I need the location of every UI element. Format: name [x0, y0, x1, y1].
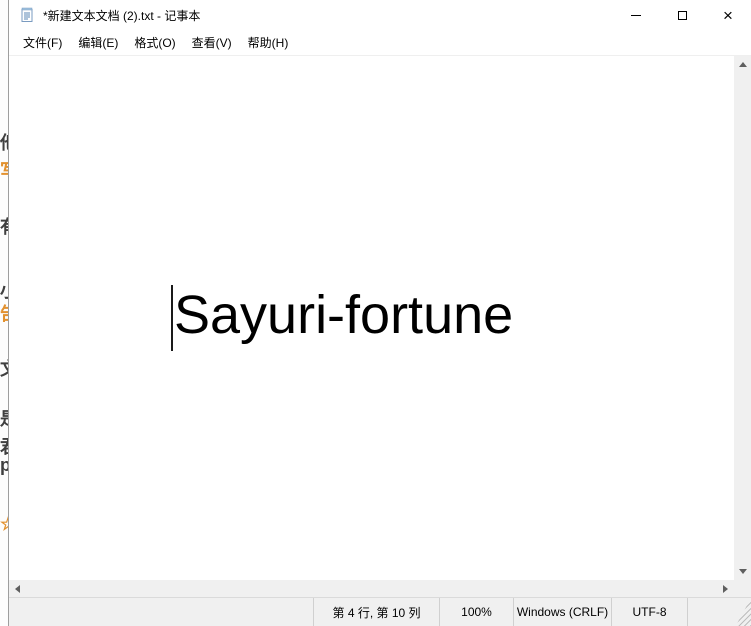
background-text-fragment: 小	[0, 282, 8, 300]
background-text-fragment: 告	[0, 305, 8, 323]
menu-item-help[interactable]: 帮助(H)	[240, 30, 297, 55]
horizontal-scrollbar[interactable]	[9, 580, 734, 597]
background-text-fragment: 有	[0, 218, 8, 236]
window-title: *新建文本文档 (2).txt - 记事本	[43, 8, 201, 23]
hscroll-row	[9, 580, 751, 597]
menu-item-view[interactable]: 查看(V)	[184, 30, 240, 55]
background-text-fragment: ☆	[0, 515, 8, 533]
notepad-icon	[21, 7, 33, 22]
scroll-left-icon[interactable]	[15, 584, 20, 593]
close-button[interactable]: ×	[705, 0, 751, 30]
main-area: Sayuri-fortune 第 4 行, 第 10 列 100% Window…	[9, 55, 751, 626]
editor-content: Sayuri-fortune	[174, 285, 514, 345]
background-text-fragment: 是	[0, 410, 8, 428]
background-strip: 他写有小告文是君p ☆	[0, 0, 8, 626]
scroll-down-icon[interactable]	[738, 569, 747, 574]
menu-bar: 文件(F) 编辑(E) 格式(O) 查看(V) 帮助(H)	[9, 30, 751, 55]
menu-item-edit[interactable]: 编辑(E)	[70, 30, 126, 55]
text-caret	[171, 285, 173, 351]
resize-grip[interactable]	[735, 598, 751, 626]
statusbar-spacer	[9, 598, 313, 626]
close-icon: ×	[723, 5, 733, 25]
vertical-scrollbar[interactable]	[734, 56, 751, 580]
text-editor[interactable]: Sayuri-fortune	[9, 56, 734, 580]
menu-item-format[interactable]: 格式(O)	[126, 30, 183, 55]
background-text-fragment: p	[0, 455, 8, 475]
background-text-fragment: 文	[0, 360, 8, 378]
maximize-button[interactable]	[659, 0, 705, 30]
title-bar[interactable]: *新建文本文档 (2).txt - 记事本 ×	[9, 0, 751, 30]
background-text-fragment: 他	[0, 134, 8, 152]
minimize-button[interactable]	[613, 0, 659, 30]
minimize-icon	[631, 14, 641, 16]
status-line-ending: Windows (CRLF)	[513, 598, 611, 626]
background-text-fragment: 君	[0, 438, 8, 456]
status-bar: 第 4 行, 第 10 列 100% Windows (CRLF) UTF-8	[9, 597, 751, 626]
menu-item-file[interactable]: 文件(F)	[15, 30, 70, 55]
statusbar-tail	[687, 598, 733, 626]
scroll-up-icon[interactable]	[738, 62, 747, 67]
scroll-right-icon[interactable]	[723, 584, 728, 593]
notepad-window: *新建文本文档 (2).txt - 记事本 × 文件(F) 编辑(E) 格式(O…	[8, 0, 751, 626]
status-zoom-level: 100%	[439, 598, 513, 626]
scrollbar-corner	[734, 580, 751, 597]
background-text-fragment: 写	[0, 162, 8, 180]
status-cursor-position: 第 4 行, 第 10 列	[313, 598, 439, 626]
editor-row: Sayuri-fortune	[9, 55, 751, 580]
status-encoding: UTF-8	[611, 598, 687, 626]
maximize-icon	[677, 10, 687, 20]
